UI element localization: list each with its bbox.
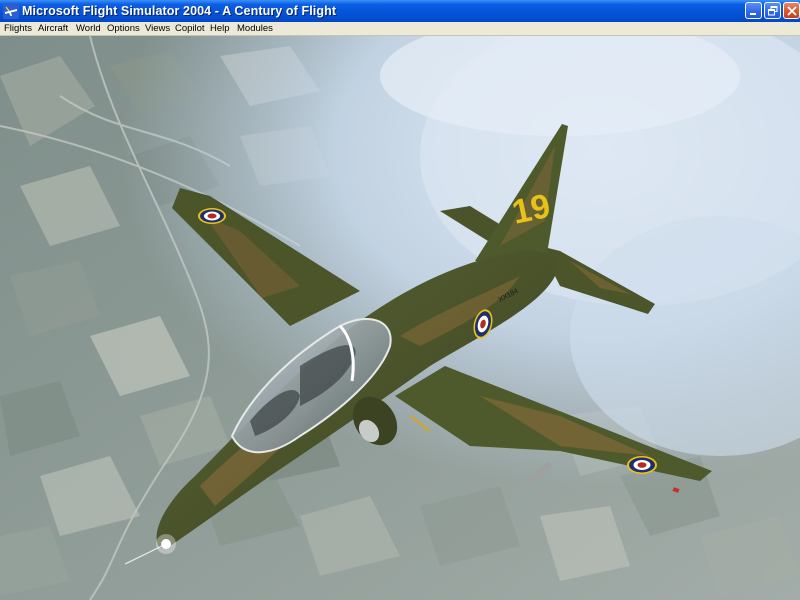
sim-3d-view[interactable]: 19 XX184: [0, 36, 800, 600]
flight-sim-app-icon[interactable]: [3, 3, 19, 19]
flight-scene: 19 XX184: [0, 36, 800, 600]
restore-button[interactable]: [764, 2, 781, 19]
tail-code: 19: [509, 187, 554, 232]
menu-options[interactable]: Options: [106, 22, 141, 36]
close-button[interactable]: [783, 2, 800, 19]
close-icon: [787, 6, 797, 16]
menu-modules[interactable]: Modules: [236, 22, 274, 36]
menu-copilot[interactable]: Copilot: [174, 22, 206, 36]
title-bar[interactable]: Microsoft Flight Simulator 2004 - A Cent…: [0, 0, 800, 22]
window-title: Microsoft Flight Simulator 2004 - A Cent…: [22, 4, 337, 18]
menu-bar: Flights Aircraft World Options Views Cop…: [0, 22, 800, 36]
minimize-button[interactable]: [745, 2, 762, 19]
minimize-icon: [750, 13, 756, 15]
menu-help[interactable]: Help: [209, 22, 231, 36]
right-wing-roundel: [627, 456, 657, 474]
menu-aircraft[interactable]: Aircraft: [37, 22, 69, 36]
menu-flights[interactable]: Flights: [3, 22, 33, 36]
app-window: Microsoft Flight Simulator 2004 - A Cent…: [0, 0, 800, 600]
restore-icon: [768, 6, 778, 16]
left-wing-roundel: [198, 208, 226, 224]
menu-views[interactable]: Views: [144, 22, 171, 36]
menu-world[interactable]: World: [75, 22, 102, 36]
